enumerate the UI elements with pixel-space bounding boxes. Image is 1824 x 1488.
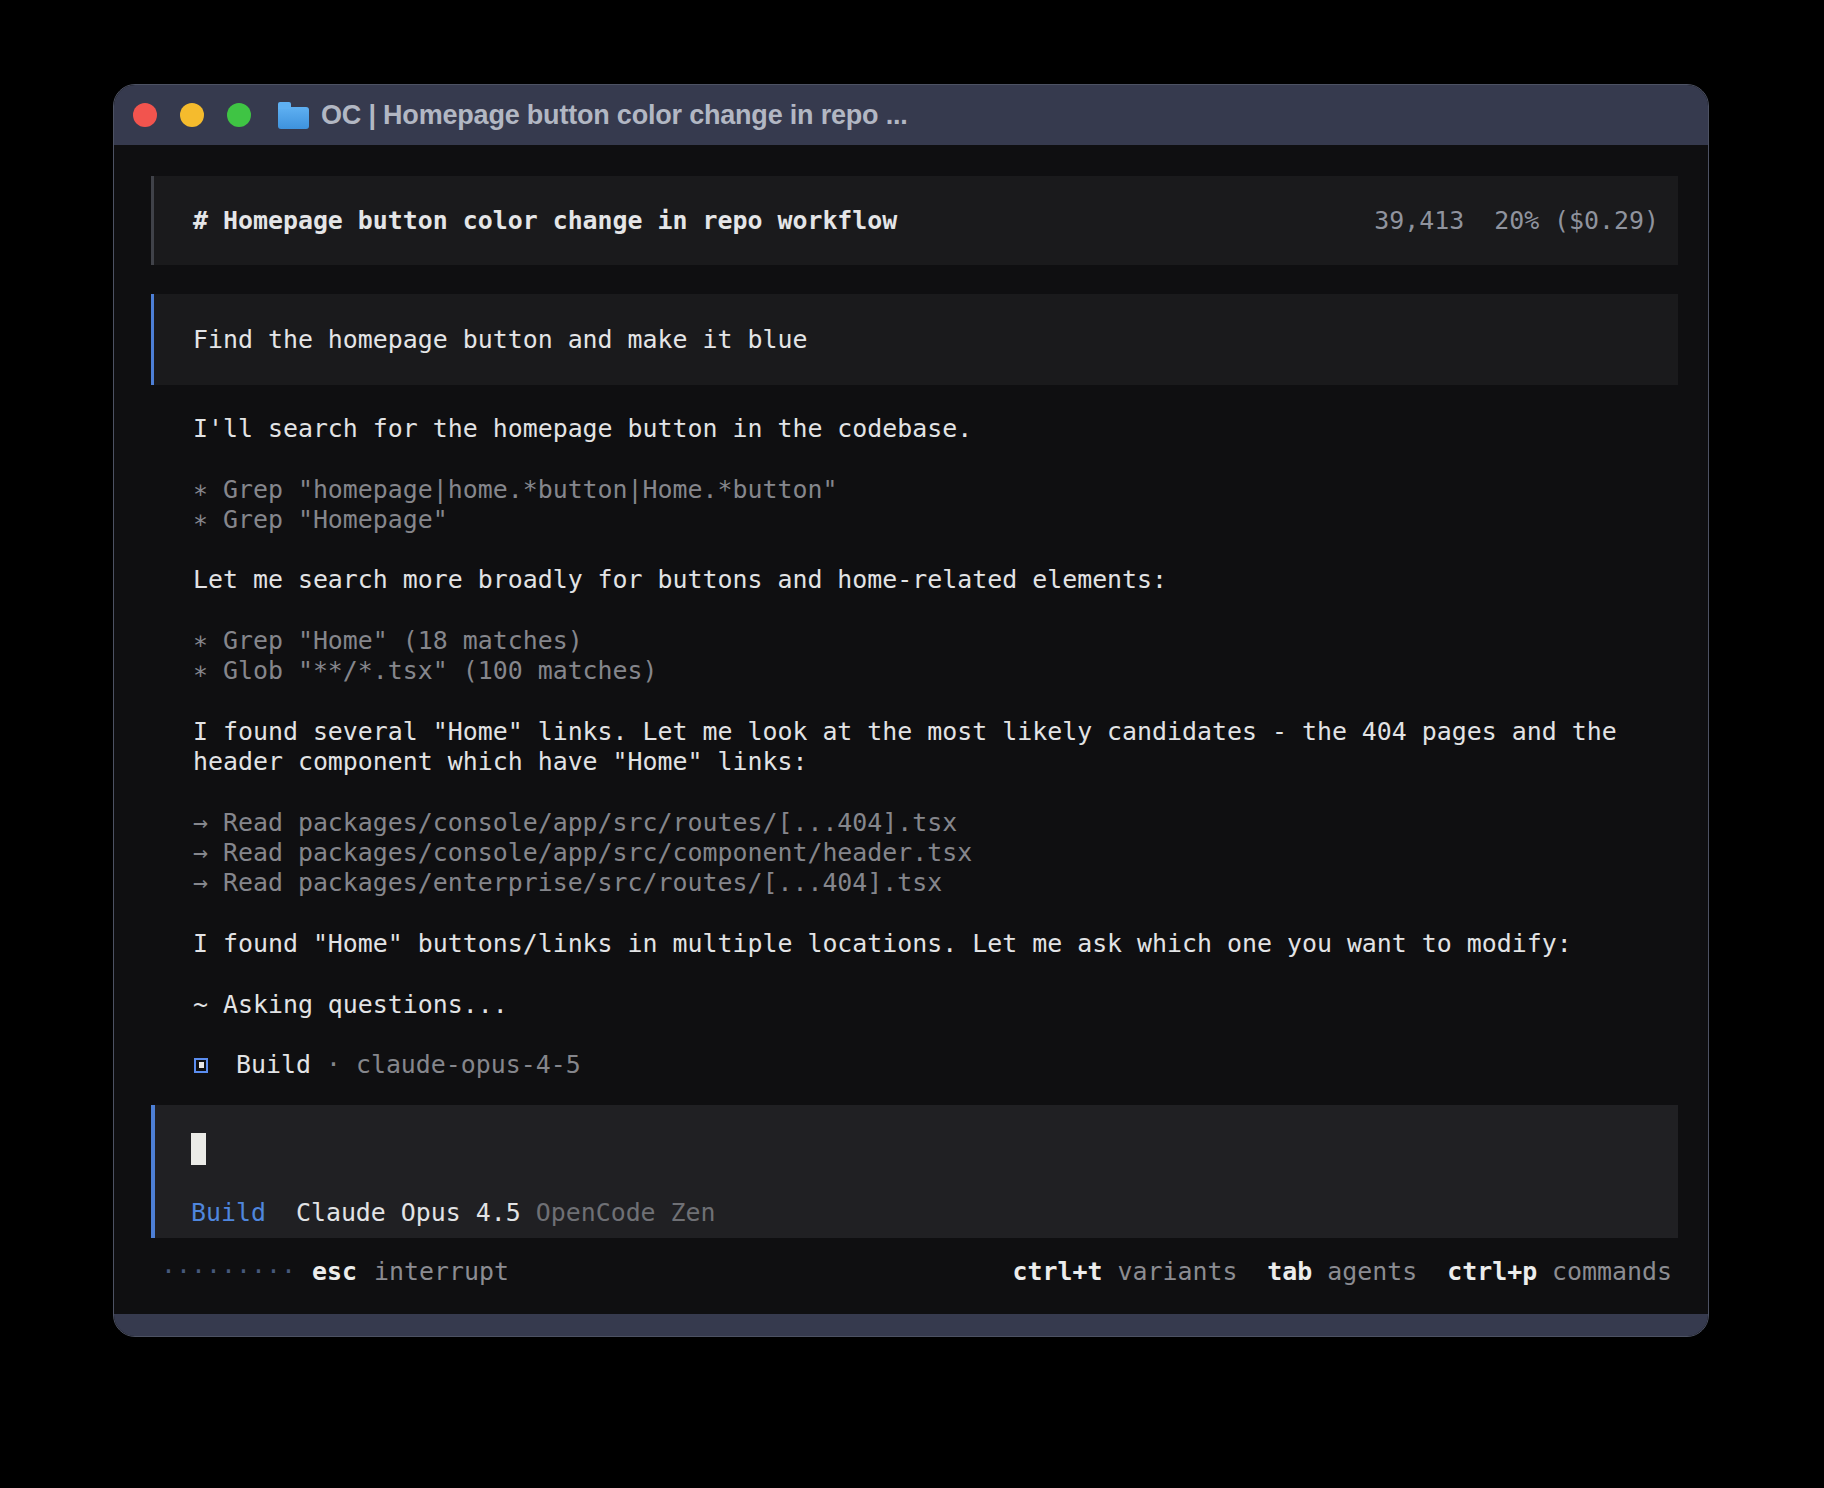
- close-button[interactable]: [133, 103, 157, 127]
- transcript-line: ∗ Glob "**/*.tsx" (100 matches): [193, 656, 1617, 686]
- transcript-line: [193, 444, 1617, 474]
- transcript-line: I found several "Home" links. Let me loo…: [193, 717, 1617, 747]
- transcript-line: [193, 899, 1617, 929]
- session-title: # Homepage button color change in repo w…: [193, 206, 897, 235]
- transcript-line: [193, 959, 1617, 989]
- transcript-line: ∗ Grep "Home" (18 matches): [193, 626, 1617, 656]
- input-status: Build Claude Opus 4.5 OpenCode Zen: [191, 1198, 716, 1228]
- status-bar: ········· esc interrupt ctrl+t variants …: [114, 1257, 1708, 1287]
- transcript-line: [193, 778, 1617, 808]
- transcript-line: [193, 687, 1617, 717]
- transcript-line: ~ Asking questions...: [193, 990, 1617, 1020]
- transcript-line: → Read packages/console/app/src/componen…: [193, 838, 1617, 868]
- shortcut-hints: ctrl+t variants tab agents ctrl+p comman…: [1013, 1257, 1672, 1287]
- transcript-line: Let me search more broadly for buttons a…: [193, 565, 1617, 595]
- transcript-line: [193, 596, 1617, 626]
- transcript-line: [193, 535, 1617, 565]
- spinner-dots: ·········: [161, 1257, 296, 1287]
- provider-label: OpenCode Zen: [536, 1198, 716, 1227]
- esc-key-hint: esc: [312, 1257, 357, 1287]
- prompt-input[interactable]: Build Claude Opus 4.5 OpenCode Zen: [151, 1105, 1678, 1238]
- transcript-line: ∗ Grep "Homepage": [193, 505, 1617, 535]
- transcript-line: → Read packages/console/app/src/routes/[…: [193, 808, 1617, 838]
- user-message-text: Find the homepage button and make it blu…: [193, 325, 807, 354]
- session-stats: 39,413 20% ($0.29): [1374, 206, 1659, 235]
- text-cursor: [191, 1133, 206, 1165]
- user-message: Find the homepage button and make it blu…: [151, 294, 1678, 385]
- maximize-button[interactable]: [227, 103, 251, 127]
- folder-icon: [278, 107, 309, 129]
- transcript-line: header component which have "Home" links…: [193, 747, 1617, 777]
- transcript-line: [193, 1020, 1617, 1050]
- agent-mode-label: Build: [191, 1198, 266, 1227]
- interrupt-label: interrupt: [374, 1257, 509, 1287]
- transcript-line: I'll search for the homepage button in t…: [193, 414, 1617, 444]
- terminal-window: OC | Homepage button color change in rep…: [113, 84, 1709, 1337]
- agent-square-icon: [194, 1058, 208, 1073]
- window-titlebar[interactable]: OC | Homepage button color change in rep…: [114, 85, 1708, 145]
- transcript-line: Build · claude-opus-4-5: [193, 1050, 1617, 1080]
- minimize-button[interactable]: [180, 103, 204, 127]
- window-bottom-bar: [114, 1314, 1708, 1336]
- model-label: Claude Opus 4.5: [296, 1198, 521, 1227]
- transcript-line: I found "Home" buttons/links in multiple…: [193, 929, 1617, 959]
- session-header: # Homepage button color change in repo w…: [151, 176, 1678, 265]
- transcript: I'll search for the homepage button in t…: [193, 414, 1617, 1081]
- window-title: OC | Homepage button color change in rep…: [321, 100, 908, 131]
- transcript-line: ∗ Grep "homepage|home.*button|Home.*butt…: [193, 475, 1617, 505]
- transcript-line: → Read packages/enterprise/src/routes/[.…: [193, 868, 1617, 898]
